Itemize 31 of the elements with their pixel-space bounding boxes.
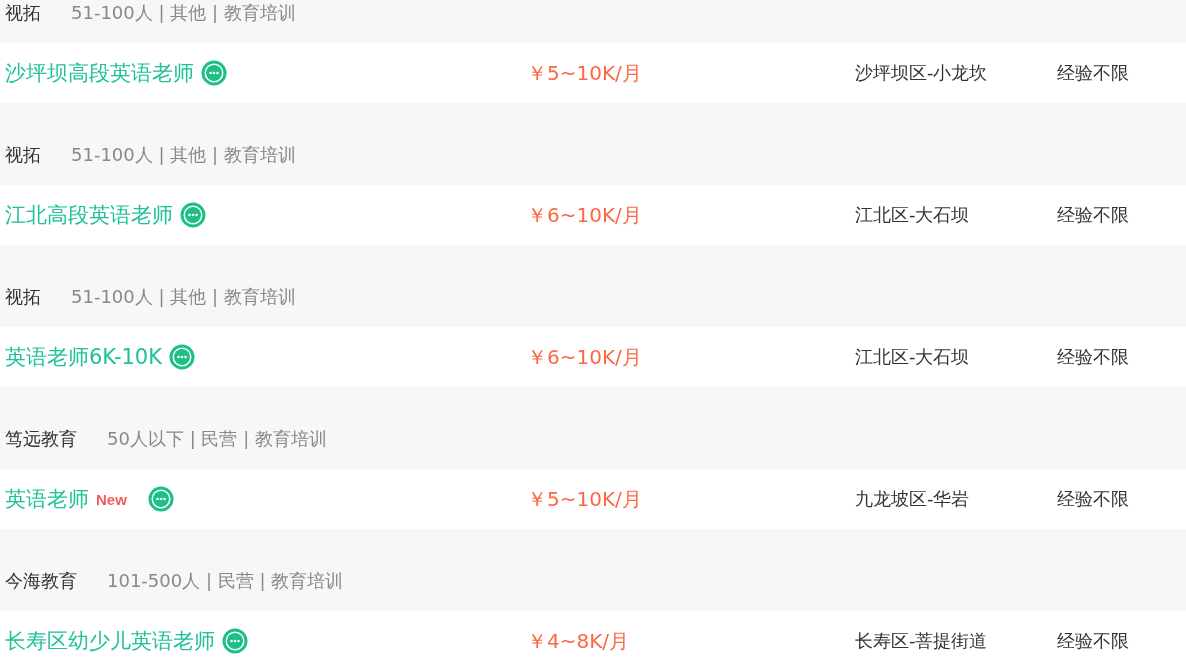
company-name[interactable]: 视拓	[5, 143, 41, 167]
job-location: 沙坪坝区-小龙坎	[855, 61, 989, 85]
experience: 经验不限	[1057, 629, 1129, 653]
new-label: New	[96, 490, 127, 508]
salary: ￥6~10K/月	[527, 201, 643, 229]
salary: ￥4~8K/月	[527, 627, 631, 655]
chat-icon[interactable]	[201, 60, 227, 86]
company-name[interactable]: 今海教育	[5, 569, 77, 593]
company-info: 50人以下 | 民营 | 教育培训	[107, 427, 327, 451]
job-location: 九龙坡区-华岩	[855, 487, 971, 511]
chat-icon[interactable]	[147, 486, 174, 512]
experience: 经验不限	[1057, 345, 1129, 369]
chat-icon[interactable]	[180, 202, 206, 228]
salary: ￥5~10K/月	[527, 485, 643, 513]
company-info: 51-100人 | 其他 | 教育培训	[71, 143, 296, 167]
job-location: 江北区-大石坝	[855, 203, 971, 227]
company-name[interactable]: 视拓	[5, 1, 41, 25]
job-location: 长寿区-菩提街道	[855, 629, 989, 653]
experience: 经验不限	[1057, 61, 1129, 85]
company-name[interactable]: 笃远教育	[5, 427, 77, 451]
experience: 经验不限	[1057, 487, 1129, 511]
company-info: 51-100人 | 其他 | 教育培训	[71, 285, 296, 309]
chat-icon[interactable]	[222, 628, 248, 654]
job-location: 江北区-大石坝	[855, 345, 971, 369]
salary: ￥6~10K/月	[527, 343, 643, 371]
company-info: 51-100人 | 其他 | 教育培训	[71, 1, 296, 25]
company-name[interactable]: 视拓	[5, 285, 41, 309]
experience: 经验不限	[1057, 203, 1129, 227]
chat-icon[interactable]	[169, 344, 195, 370]
company-info: 101-500人 | 民营 | 教育培训	[107, 569, 344, 593]
salary: ￥5~10K/月	[527, 59, 643, 87]
